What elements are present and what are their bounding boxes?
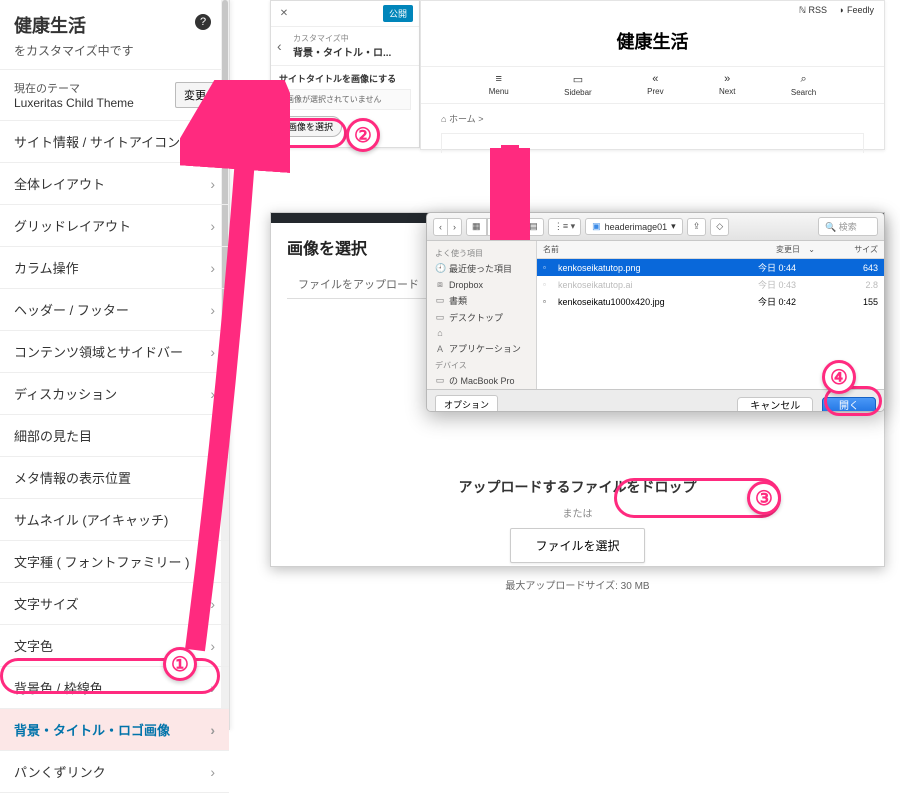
sidebar-item[interactable]: 🕘最近使った項目 xyxy=(427,260,536,277)
sidebar-item[interactable]: パンくずリンク› xyxy=(0,751,229,793)
preview-nav: ≡Menu ▭Sidebar «Prev »Next ⌕Search xyxy=(421,66,884,104)
customizer-header: 健康生活 をカスタマイズ中です ? xyxy=(0,0,229,69)
share-icon[interactable]: ⇪ xyxy=(687,218,707,236)
customizer-subtitle: をカスタマイズ中です xyxy=(14,42,215,59)
file-row[interactable]: ▫kenkoseikatu1000x420.jpg今日 0:42155 xyxy=(537,293,884,310)
back-title: 背景・タイトル・ロ... xyxy=(293,44,391,59)
chevron-right-icon: › xyxy=(210,680,215,696)
site-title: 健康生活 xyxy=(14,12,215,38)
step-badge-1: ① xyxy=(163,647,197,681)
customizer-subpanel: ✕ 公開 ‹ カスタマイズ中 背景・タイトル・ロ... サイトタイトルを画像にす… xyxy=(270,0,420,148)
breadcrumb: ⌂ ホーム > xyxy=(421,104,884,133)
arrange-button[interactable]: ⋮≡ ▾ xyxy=(548,218,581,236)
finder-sidebar: よく使う項目 🕘最近使った項目⧈Dropbox▭書類▭デスクトップ⌂Aアプリケー… xyxy=(427,241,537,389)
arrow-2-to-3 xyxy=(490,140,530,240)
file-row[interactable]: ▫kenkoseikatutop.png今日 0:44643 xyxy=(537,259,884,276)
theme-label: 現在のテーマ xyxy=(14,80,134,96)
upload-max: 最大アップロードサイズ: 30 MB xyxy=(291,577,864,592)
nav-item[interactable]: «Prev xyxy=(647,73,663,97)
section-label: サイトタイトルを画像にする xyxy=(271,66,419,89)
feedly-link[interactable]: ◗ Feedly xyxy=(839,5,874,16)
no-image-notice: 画像が選択されていません xyxy=(279,89,411,110)
finder-window: ‹ › ▦ ≡ ▥ ▤ ⋮≡ ▾ ▣headerimage01▾ ⇪ ◇ 🔍 検… xyxy=(426,212,885,412)
arrow-1-to-2 xyxy=(180,80,290,670)
sb-devices-label: デバイス xyxy=(427,357,536,372)
folder-selector[interactable]: ▣headerimage01▾ xyxy=(585,218,683,235)
site-preview: ℕ RSS ◗ Feedly 健康生活 ≡Menu ▭Sidebar «Prev »N… xyxy=(420,0,885,150)
nav-item[interactable]: ⌕Search xyxy=(791,73,816,97)
sidebar-item[interactable]: Aアプリケーション xyxy=(427,340,536,357)
preview-topbar: ℕ RSS ◗ Feedly xyxy=(421,1,884,20)
back-row[interactable]: ‹ カスタマイズ中 背景・タイトル・ロ... xyxy=(271,27,419,66)
breadcrumb-home[interactable]: ホーム xyxy=(449,114,476,124)
search-input[interactable]: 🔍 検索 xyxy=(818,217,878,236)
close-icon[interactable]: ✕ xyxy=(277,8,291,19)
back-label: カスタマイズ中 xyxy=(293,33,391,44)
finder-footer: オプション キャンセル 開く xyxy=(427,389,884,412)
sb-favorites-label: よく使う項目 xyxy=(427,245,536,260)
file-row[interactable]: ▫kenkoseikatutop.ai今日 0:432.8 xyxy=(537,276,884,293)
sidebar-item[interactable]: ▭書類 xyxy=(427,292,536,309)
rss-link[interactable]: ℕ RSS xyxy=(799,5,827,16)
select-file-button[interactable]: ファイルを選択 xyxy=(510,528,644,563)
open-button[interactable]: 開く xyxy=(822,397,876,412)
col-name[interactable]: 名前 xyxy=(537,241,764,258)
home-icon[interactable]: ⌂ xyxy=(441,114,446,124)
sidebar-item[interactable]: 背景色 / 枠線色› xyxy=(0,667,229,709)
sidebar-item[interactable]: 背景・タイトル・ロゴ画像› xyxy=(0,709,229,751)
sidebar-item[interactable]: ⌂ xyxy=(427,326,536,340)
preview-site-title: 健康生活 xyxy=(421,20,884,66)
breadcrumb-sep: > xyxy=(478,114,483,124)
nav-fwd-button[interactable]: › xyxy=(448,218,462,236)
theme-name: Luxeritas Child Theme xyxy=(14,96,134,110)
sidebar-item[interactable]: ▭の MacBook Pro xyxy=(427,372,536,389)
tags-icon[interactable]: ◇ xyxy=(710,218,729,236)
nav-item[interactable]: ▭Sidebar xyxy=(564,73,592,97)
options-button[interactable]: オプション xyxy=(435,395,498,412)
col-size[interactable]: サイズ xyxy=(842,241,884,258)
tab-upload[interactable]: ファイルをアップロード xyxy=(287,269,430,298)
col-date[interactable]: 変更日 ⌄ xyxy=(764,241,842,258)
file-list-header: 名前 変更日 ⌄ サイズ xyxy=(537,241,884,259)
chevron-left-icon: ‹ xyxy=(277,38,293,54)
help-icon[interactable]: ? xyxy=(195,14,211,30)
subpanel-topbar: ✕ 公開 xyxy=(271,1,419,27)
cancel-button[interactable]: キャンセル xyxy=(737,397,813,412)
publish-button[interactable]: 公開 xyxy=(383,5,413,22)
nav-item[interactable]: ≡Menu xyxy=(489,73,509,97)
sidebar-item[interactable]: ⧈Dropbox xyxy=(427,277,536,292)
chevron-right-icon: › xyxy=(210,722,215,738)
step-badge-2: ② xyxy=(346,118,380,152)
step-badge-4: ④ xyxy=(822,360,856,394)
sidebar-item[interactable]: ▭デスクトップ xyxy=(427,309,536,326)
nav-back-button[interactable]: ‹ xyxy=(433,218,448,236)
nav-item[interactable]: »Next xyxy=(719,73,735,97)
view-grid-icon[interactable]: ▦ xyxy=(466,218,487,236)
step-badge-3: ③ xyxy=(747,481,781,515)
